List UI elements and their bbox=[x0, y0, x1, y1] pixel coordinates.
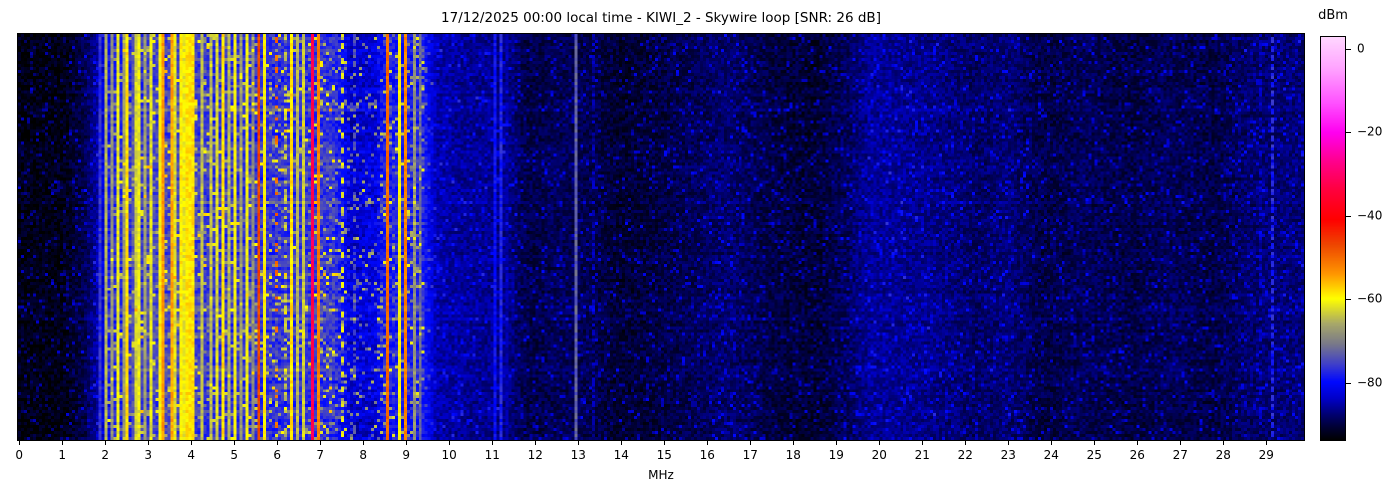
x-tick-mark bbox=[148, 441, 150, 445]
x-tick-label: 6 bbox=[273, 448, 281, 462]
x-tick-label: 27 bbox=[1172, 448, 1188, 462]
x-tick-label: 9 bbox=[402, 448, 411, 462]
x-tick-mark bbox=[449, 441, 451, 445]
x-tick-label: 19 bbox=[828, 448, 844, 462]
x-tick-mark bbox=[1008, 441, 1010, 445]
x-tick-mark bbox=[277, 441, 279, 445]
x-tick-mark bbox=[1223, 441, 1225, 445]
colorbar-tick-label: 0 bbox=[1357, 41, 1365, 56]
x-tick-label: 18 bbox=[785, 448, 801, 462]
x-tick-label: 11 bbox=[484, 448, 500, 462]
colorbar-canvas bbox=[1321, 37, 1345, 440]
x-tick-mark bbox=[578, 441, 580, 445]
x-tick-label: 0 bbox=[15, 448, 23, 462]
x-tick-label: 14 bbox=[613, 448, 629, 462]
x-tick-mark bbox=[621, 441, 623, 445]
x-tick-label: 3 bbox=[144, 448, 152, 462]
spectrogram-figure: 17/12/2025 00:00 local time - KIWI_2 - S… bbox=[0, 0, 1400, 500]
x-tick-label: 22 bbox=[957, 448, 973, 462]
waterfall-plot bbox=[17, 33, 1305, 441]
x-tick-label: 4 bbox=[187, 448, 195, 462]
x-tick-label: 7 bbox=[316, 448, 324, 462]
x-tick-label: 13 bbox=[570, 448, 586, 462]
x-tick-mark bbox=[965, 441, 967, 445]
colorbar-tick-label: −60 bbox=[1357, 291, 1383, 306]
x-axis-label: MHz bbox=[648, 468, 674, 482]
x-tick-mark bbox=[1180, 441, 1182, 445]
x-tick-mark bbox=[1137, 441, 1139, 445]
x-tick-label: 1 bbox=[58, 448, 66, 462]
x-tick-label: 16 bbox=[699, 448, 715, 462]
colorbar-tick-label: −80 bbox=[1357, 375, 1383, 390]
x-tick-mark bbox=[19, 441, 21, 445]
x-tick-label: 21 bbox=[914, 448, 930, 462]
x-tick-label: 15 bbox=[656, 448, 672, 462]
colorbar bbox=[1320, 36, 1346, 441]
x-tick-mark bbox=[879, 441, 881, 445]
x-tick-mark bbox=[1051, 441, 1053, 445]
x-tick-mark bbox=[750, 441, 752, 445]
x-tick-mark bbox=[1266, 441, 1268, 445]
x-tick-label: 5 bbox=[230, 448, 238, 462]
colorbar-tick-mark bbox=[1346, 382, 1351, 384]
x-tick-mark bbox=[836, 441, 838, 445]
colorbar-label: dBm bbox=[1318, 8, 1348, 23]
x-tick-mark bbox=[62, 441, 64, 445]
x-tick-mark bbox=[191, 441, 193, 445]
x-tick-label: 26 bbox=[1129, 448, 1145, 462]
x-tick-label: 25 bbox=[1086, 448, 1102, 462]
x-tick-label: 24 bbox=[1043, 448, 1059, 462]
x-tick-label: 17 bbox=[742, 448, 758, 462]
colorbar-tick-mark bbox=[1346, 299, 1351, 301]
x-tick-label: 29 bbox=[1258, 448, 1274, 462]
x-tick-mark bbox=[105, 441, 107, 445]
x-tick-label: 28 bbox=[1215, 448, 1231, 462]
colorbar-tick-mark bbox=[1346, 48, 1351, 50]
x-tick-label: 12 bbox=[527, 448, 543, 462]
colorbar-tick-mark bbox=[1346, 132, 1351, 134]
x-tick-mark bbox=[1094, 441, 1096, 445]
x-tick-mark bbox=[320, 441, 322, 445]
chart-title: 17/12/2025 00:00 local time - KIWI_2 - S… bbox=[441, 10, 881, 26]
x-tick-label: 2 bbox=[101, 448, 109, 462]
x-tick-mark bbox=[664, 441, 666, 445]
x-tick-mark bbox=[922, 441, 924, 445]
x-tick-mark bbox=[406, 441, 408, 445]
x-tick-mark bbox=[234, 441, 236, 445]
colorbar-tick-label: −20 bbox=[1357, 124, 1383, 139]
x-tick-mark bbox=[707, 441, 709, 445]
x-tick-mark bbox=[535, 441, 537, 445]
colorbar-tick-label: −40 bbox=[1357, 208, 1383, 223]
x-tick-mark bbox=[793, 441, 795, 445]
x-tick-label: 20 bbox=[871, 448, 887, 462]
x-tick-label: 23 bbox=[1000, 448, 1016, 462]
x-tick-mark bbox=[492, 441, 494, 445]
x-tick-label: 10 bbox=[441, 448, 457, 462]
waterfall-canvas bbox=[18, 34, 1304, 440]
x-tick-mark bbox=[363, 441, 365, 445]
x-tick-label: 8 bbox=[359, 448, 368, 462]
colorbar-tick-mark bbox=[1346, 215, 1351, 217]
